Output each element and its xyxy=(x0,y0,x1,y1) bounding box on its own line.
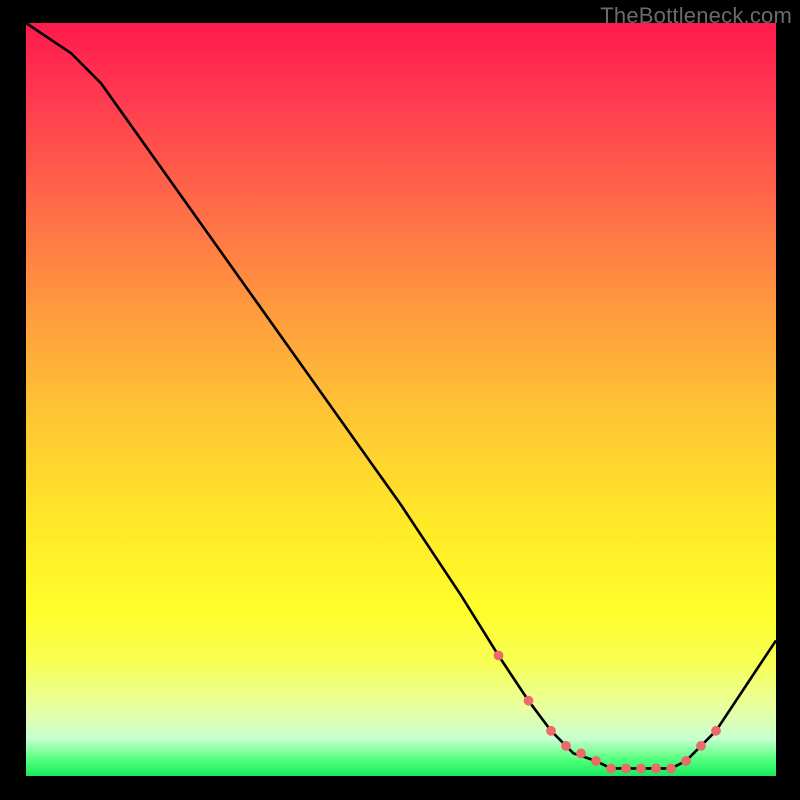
marker-point xyxy=(696,741,706,751)
marker-point xyxy=(546,726,556,736)
marker-point xyxy=(636,764,646,774)
chart-svg xyxy=(26,23,776,776)
marker-group xyxy=(494,651,721,774)
marker-point xyxy=(606,764,616,774)
marker-point xyxy=(666,764,676,774)
marker-point xyxy=(621,764,631,774)
marker-point xyxy=(576,749,586,759)
marker-point xyxy=(681,756,691,766)
marker-point xyxy=(561,741,571,751)
bottleneck-curve xyxy=(26,23,776,768)
plot-area xyxy=(26,23,776,776)
marker-point xyxy=(494,651,504,661)
marker-point xyxy=(591,756,601,766)
chart-stage: TheBottleneck.com xyxy=(0,0,800,800)
marker-point xyxy=(524,696,534,706)
marker-point xyxy=(711,726,721,736)
marker-point xyxy=(651,764,661,774)
